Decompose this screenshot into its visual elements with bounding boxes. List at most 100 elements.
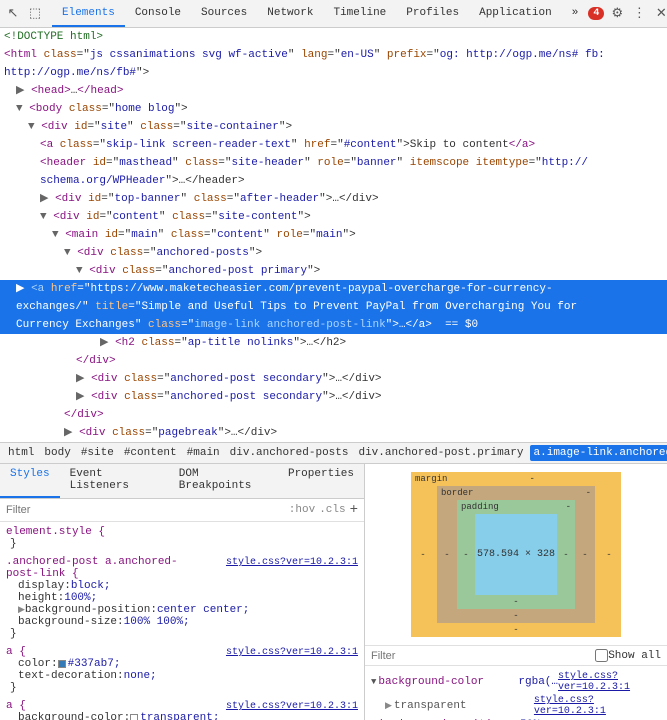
padding-bottom-value: - [457, 595, 575, 609]
tab-timeline[interactable]: Timeline [323, 0, 396, 27]
margin-layer: margin - - border - [411, 472, 621, 637]
tab-network[interactable]: Network [257, 0, 323, 27]
breadcrumb-html[interactable]: html [4, 445, 38, 461]
css-rule-a-color: a { style.css?ver=10.2.3:1 color: #337ab… [6, 646, 358, 694]
tab-more[interactable]: » [562, 0, 589, 27]
css-rule-a-bg: a { style.css?ver=10.2.3:1 background-co… [6, 700, 358, 720]
css-prop-display: display: block; [6, 580, 358, 592]
box-model-panel: margin - - border - [365, 464, 667, 720]
main-panel: <!DOCTYPE html> <html class="js cssanima… [0, 28, 667, 720]
tab-properties[interactable]: Properties [278, 464, 364, 498]
dom-tree: <!DOCTYPE html> <html class="js cssanima… [0, 28, 667, 443]
dom-line-secondary2[interactable]: ▶ <div class="anchored-post secondary">…… [0, 388, 667, 406]
computed-filter-input[interactable] [371, 650, 591, 662]
margin-left-value: - [411, 486, 435, 623]
dom-line-html2[interactable]: http://ogp.me/ns/fb#"> [0, 64, 667, 82]
padding-left-value: - [457, 514, 475, 595]
tab-application[interactable]: Application [469, 0, 562, 27]
more-options-icon[interactable]: ⋮ [630, 5, 648, 23]
tab-sources[interactable]: Sources [191, 0, 257, 27]
dom-line-head[interactable]: ▶ <head>…</head> [0, 82, 667, 100]
css-source-3[interactable]: style.css?ver=10.2.3:1 [226, 701, 358, 712]
content-size: 578.594 × 328 [477, 549, 555, 560]
add-style-rule-button[interactable]: + [350, 502, 358, 518]
dom-line-anchor-selected3[interactable]: Currency Exchanges" class =" image-link … [0, 316, 667, 334]
styles-filter-bar: :hov .cls + [0, 499, 364, 522]
css-source-1[interactable]: style.css?ver=10.2.3:1 [226, 557, 358, 568]
color-swatch-337ab7[interactable] [58, 660, 66, 668]
styles-tabs: Styles Event Listeners DOM Breakpoints P… [0, 464, 364, 499]
content-layer: 578.594 × 328 [475, 514, 557, 595]
css-selector-anchored-post-link: .anchored-post a.anchored- [6, 556, 178, 568]
margin-label: margin [415, 474, 447, 484]
dom-line-h2[interactable]: ▶ <h2 class="ap-title nolinks">…</h2> [0, 334, 667, 352]
border-label: border [441, 488, 473, 498]
breadcrumb-content[interactable]: #content [120, 445, 181, 461]
breadcrumb-body[interactable]: body [40, 445, 74, 461]
tab-console[interactable]: Console [125, 0, 191, 27]
dom-line-skip[interactable]: <a class="skip-link screen-reader-text" … [0, 136, 667, 154]
breadcrumb-site[interactable]: #site [77, 445, 118, 461]
dom-line-main[interactable]: ▼ <main id="main" class="content" role="… [0, 226, 667, 244]
device-icon[interactable]: ⬚ [26, 5, 44, 23]
computed-source-bg-color[interactable]: style.css?ver=10.2.3:1 [558, 671, 661, 693]
tab-dom-breakpoints[interactable]: DOM Breakpoints [169, 464, 278, 498]
tab-styles[interactable]: Styles [0, 464, 60, 498]
styles-filter-input[interactable] [6, 504, 285, 516]
dom-line-content[interactable]: ▼ <div id="content" class="site-content"… [0, 208, 667, 226]
dom-line-masthead[interactable]: <header id="masthead" class="site-header… [0, 154, 667, 172]
dom-line-doctype[interactable]: <!DOCTYPE html> [0, 28, 667, 46]
devtools-toolbar: ↖ ⬚ Elements Console Sources Network Tim… [0, 0, 667, 28]
dom-line-close-div2[interactable]: </div> [0, 406, 667, 424]
expand-arrow-bg-color[interactable]: ▼ [371, 677, 376, 687]
dom-line-anchor-selected2[interactable]: exchanges/" title =" Simple and Useful T… [0, 298, 667, 316]
dom-line-html[interactable]: <html class="js cssanimations svg wf-act… [0, 46, 667, 64]
border-layer: border - - padding - [437, 486, 595, 623]
styles-panel: Styles Event Listeners DOM Breakpoints P… [0, 464, 365, 720]
border-bottom-value: - [437, 609, 595, 623]
box-model-visual: margin - - border - [411, 472, 621, 637]
border-left-value: - [437, 500, 457, 609]
computed-row-bg-color[interactable]: ▼ background-color rgba(… style.css?ver=… [371, 670, 661, 694]
close-devtools-icon[interactable]: ✕ [652, 5, 667, 23]
margin-right-value: - [597, 486, 621, 623]
computed-source-transparent[interactable]: style.css?ver=10.2.3:1 [534, 695, 661, 717]
dom-line-top-banner[interactable]: ▶ <div id="top-banner" class="after-head… [0, 190, 667, 208]
margin-bottom-value: - [411, 623, 621, 637]
filter-hint-cls[interactable]: .cls [319, 504, 345, 516]
dom-line-body[interactable]: ▼ <body class="home blog"> [0, 100, 667, 118]
toolbar-icons: ↖ ⬚ [4, 5, 44, 23]
breadcrumb-anchor-link[interactable]: a.image-link.anchored-post-link [530, 445, 667, 461]
tab-profiles[interactable]: Profiles [396, 0, 469, 27]
css-source-2[interactable]: style.css?ver=10.2.3:1 [226, 647, 358, 658]
show-all-checkbox[interactable] [595, 649, 608, 662]
margin-top-value: - [530, 474, 535, 484]
breadcrumb-bar: html body #site #content #main div.ancho… [0, 443, 667, 464]
dom-line-site[interactable]: ▼ <div id="site" class="site-container"> [0, 118, 667, 136]
dom-line-pagebreak[interactable]: ▶ <div class="pagebreak">…</div> [0, 424, 667, 442]
padding-top-value: - [566, 502, 571, 512]
show-all-label: Show all [608, 650, 661, 662]
dom-line-anchored-post-primary[interactable]: ▼ <div class="anchored-post primary"> [0, 262, 667, 280]
css-prop-bg-color: background-color: transparent; [6, 712, 358, 720]
tab-event-listeners[interactable]: Event Listeners [60, 464, 169, 498]
css-prop-bg-position: ▶ background-position: center center; [6, 604, 358, 616]
color-swatch-transparent[interactable] [130, 714, 138, 720]
computed-row-transparent[interactable]: ▶ transparent style.css?ver=10.2.3:1 [371, 694, 661, 718]
tab-elements[interactable]: Elements [52, 0, 125, 27]
dom-line-anchored-posts[interactable]: ▼ <div class="anchored-posts"> [0, 244, 667, 262]
inspect-icon[interactable]: ↖ [4, 5, 22, 23]
border-right-value: - [575, 500, 595, 609]
dom-line-close-div1[interactable]: </div> [0, 352, 667, 370]
breadcrumb-anchored-posts[interactable]: div.anchored-posts [226, 445, 353, 461]
dom-line-masthead2[interactable]: schema.org/WPHeader">…</header> [0, 172, 667, 190]
settings-icon[interactable]: ⚙ [608, 5, 626, 23]
breadcrumb-main[interactable]: #main [183, 445, 224, 461]
padding-label: padding [461, 502, 499, 512]
breadcrumb-anchored-post-primary[interactable]: div.anchored-post.primary [354, 445, 527, 461]
tabs-row: Elements Console Sources Network Timelin… [52, 0, 588, 27]
filter-hint-hov[interactable]: :hov [289, 504, 315, 516]
dom-line-anchor-selected[interactable]: ▶ <a href =" https://www.maketecheasier.… [0, 280, 667, 298]
dom-line-secondary1[interactable]: ▶ <div class="anchored-post secondary">…… [0, 370, 667, 388]
box-model-container: margin - - border - [365, 464, 667, 645]
